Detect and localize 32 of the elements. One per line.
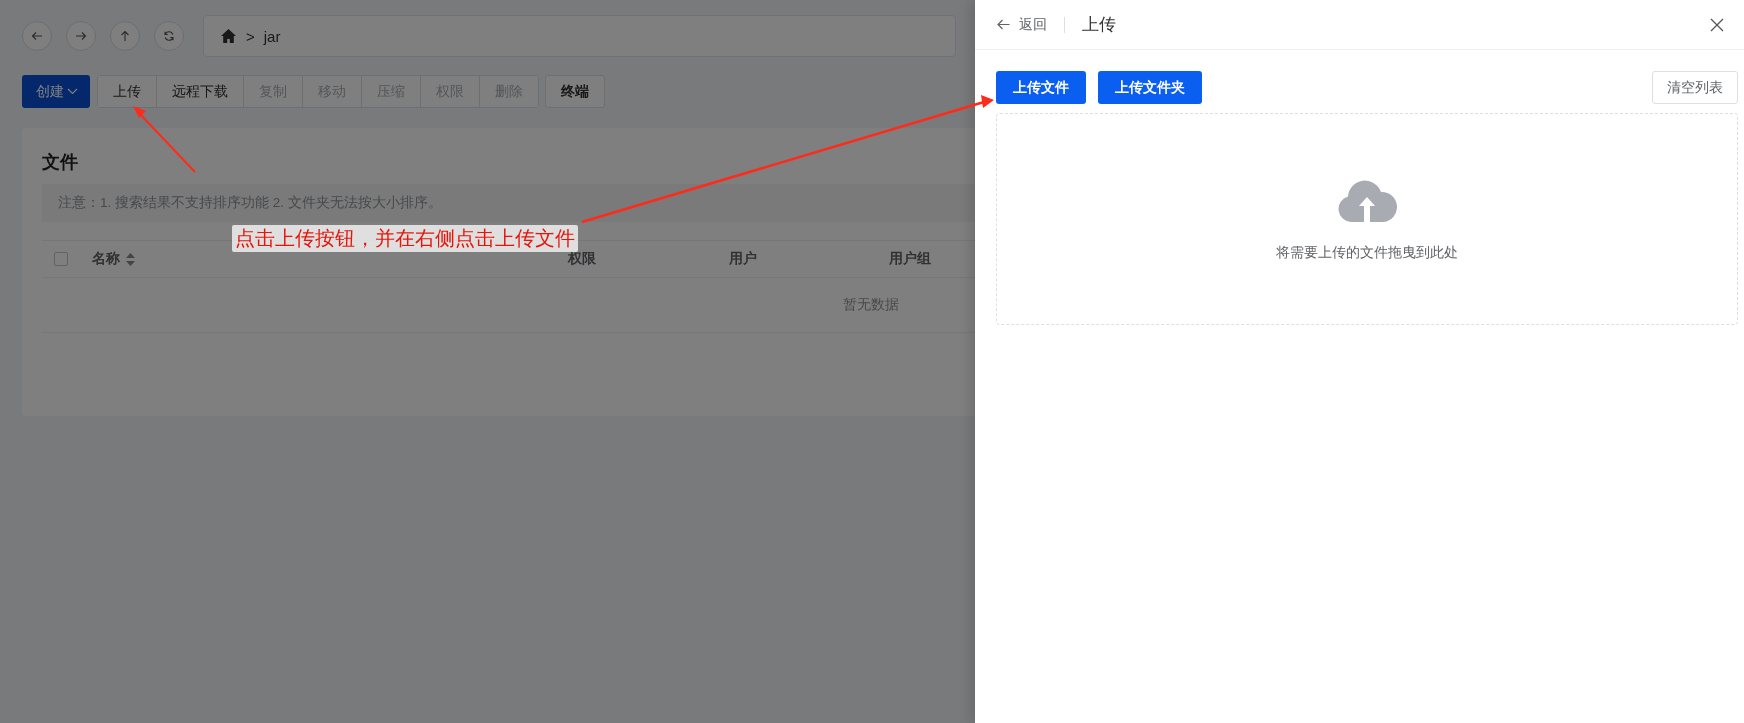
sort-icon[interactable]: [126, 252, 135, 266]
upload-button[interactable]: 上传文件夹: [1098, 71, 1202, 104]
forward-button[interactable]: [66, 21, 96, 51]
annotation-arrow: [133, 106, 196, 173]
forward-icon: [75, 30, 87, 42]
select-all-checkbox[interactable]: [54, 252, 68, 266]
card-title: 文件: [42, 151, 78, 174]
terminal-button[interactable]: 终端: [545, 75, 605, 108]
create-button[interactable]: 创建: [22, 75, 90, 108]
back-button[interactable]: [22, 21, 52, 51]
dropzone-text: 将需要上传的文件拖曳到此处: [1276, 244, 1458, 262]
upload-button[interactable]: 上传文件: [996, 71, 1086, 104]
path-separator: >: [246, 27, 255, 45]
path-bar[interactable]: > jar: [203, 15, 956, 57]
home-icon[interactable]: [220, 28, 237, 44]
drawer-title: 上传: [1082, 14, 1117, 36]
close-icon[interactable]: [1710, 17, 1724, 32]
column-header[interactable]: 用户: [729, 250, 757, 268]
refresh-button[interactable]: [154, 21, 184, 51]
refresh-icon: [163, 30, 175, 42]
back-icon: [997, 19, 1010, 30]
clear-list-button[interactable]: 清空列表: [1652, 71, 1738, 104]
back-link[interactable]: 返回: [997, 15, 1047, 34]
column-header[interactable]: 权限: [568, 250, 596, 268]
up-button[interactable]: [110, 21, 140, 51]
annotation-text: 点击上传按钮，并在右侧点击上传文件: [232, 225, 578, 252]
back-icon: [31, 30, 43, 42]
path-segment[interactable]: jar: [263, 27, 281, 45]
caret-icon: [67, 88, 78, 95]
column-header[interactable]: 用户组: [889, 250, 931, 268]
column-header[interactable]: 名称: [92, 250, 135, 268]
up-icon: [119, 30, 131, 42]
